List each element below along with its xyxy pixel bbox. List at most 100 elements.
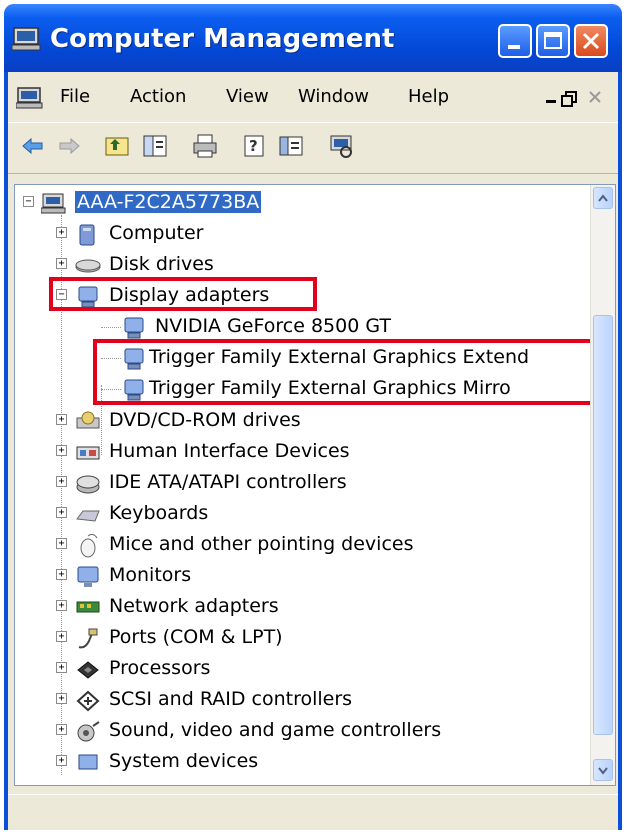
toolbar: ? xyxy=(8,122,618,174)
tree-item-label: Disk drives xyxy=(109,253,214,275)
highlight-box-trigger-adapters xyxy=(93,339,603,405)
chevron-down-icon xyxy=(598,767,608,775)
menu-bar: File Action View Window Help xyxy=(8,80,618,116)
computer-root-icon xyxy=(41,193,66,214)
forward-icon[interactable] xyxy=(56,133,82,159)
monitor-icon xyxy=(77,566,99,587)
tree-item[interactable]: + Computer xyxy=(15,220,585,250)
tree-item[interactable]: + IDE ATA/ATAPI controllers xyxy=(15,469,585,499)
mdi-minimize-icon[interactable] xyxy=(546,100,556,103)
tree-item-label: Network adapters xyxy=(109,595,279,617)
title-bar[interactable]: Computer Management xyxy=(4,4,622,72)
tree-root[interactable]: − AAA-F2C2A5773BA xyxy=(15,189,585,219)
window-body: File Action View Window Help ? − AAA-F2C… xyxy=(8,72,618,830)
expand-icon[interactable]: + xyxy=(56,507,67,518)
mdi-close-icon[interactable] xyxy=(589,91,601,103)
keyboard-icon xyxy=(76,510,100,522)
tree-item-label: Human Interface Devices xyxy=(109,440,350,462)
processor-icon xyxy=(77,661,99,679)
expand-icon[interactable]: + xyxy=(56,755,67,766)
menu-file[interactable]: File xyxy=(60,86,90,107)
maximize-icon xyxy=(544,32,562,49)
menu-window[interactable]: Window xyxy=(298,86,369,107)
system-device-icon xyxy=(78,754,98,770)
expand-icon[interactable]: + xyxy=(56,538,67,549)
device-tree: − AAA-F2C2A5773BA + Computer + Disk driv… xyxy=(14,184,616,786)
disk-drive-icon xyxy=(75,259,101,273)
computer-management-window: Computer Management File Action View Win… xyxy=(4,4,622,830)
tree-item[interactable]: + Sound, video and game controllers xyxy=(15,717,585,747)
tree-item-label: DVD/CD-ROM drives xyxy=(109,409,301,431)
tree-item-label: NVIDIA GeForce 8500 GT xyxy=(155,315,391,337)
scroll-up-button[interactable] xyxy=(593,187,613,209)
mdi-restore-icon[interactable] xyxy=(561,91,577,107)
tree-root-label: AAA-F2C2A5773BA xyxy=(75,191,262,213)
menu-view[interactable]: View xyxy=(226,86,269,107)
scsi-controller-icon xyxy=(76,690,100,712)
tree-item[interactable]: + DVD/CD-ROM drives xyxy=(15,407,585,437)
vertical-scrollbar[interactable] xyxy=(590,185,615,785)
tree-item[interactable]: + Monitors xyxy=(15,562,585,592)
tree-item[interactable]: + Processors xyxy=(15,655,585,685)
mouse-icon xyxy=(80,534,98,558)
tree-item-label: System devices xyxy=(109,750,259,772)
dvd-drive-icon xyxy=(76,411,100,429)
expand-icon[interactable]: + xyxy=(56,258,67,269)
chevron-up-icon xyxy=(598,194,608,202)
window-title: Computer Management xyxy=(50,24,395,54)
tree-item-label: Monitors xyxy=(109,564,192,586)
expand-icon[interactable]: + xyxy=(56,445,67,456)
print-icon[interactable] xyxy=(192,133,218,159)
expand-icon[interactable]: + xyxy=(56,476,67,487)
computer-menu-icon[interactable] xyxy=(16,86,44,110)
up-icon[interactable] xyxy=(104,133,130,159)
expand-icon[interactable]: + xyxy=(56,569,67,580)
status-bar xyxy=(8,794,618,830)
sound-icon xyxy=(77,721,100,742)
tree-item-label: Keyboards xyxy=(109,502,209,524)
properties-icon[interactable] xyxy=(278,133,304,159)
close-button[interactable] xyxy=(574,24,608,58)
computer-management-icon xyxy=(12,27,41,51)
tree-item-label: Ports (COM & LPT) xyxy=(109,626,283,648)
minimize-button[interactable] xyxy=(498,24,532,58)
computer-icon xyxy=(79,224,95,246)
close-icon xyxy=(582,32,600,50)
hid-icon xyxy=(76,446,100,460)
computer-scan-icon[interactable] xyxy=(328,133,354,159)
tree-item[interactable]: + Keyboards xyxy=(15,500,585,530)
tree-item[interactable]: + Human Interface Devices xyxy=(15,438,585,468)
scroll-down-button[interactable] xyxy=(593,759,613,781)
tree-item-label: Computer xyxy=(109,222,204,244)
tree-item[interactable]: + Mice and other pointing devices xyxy=(15,531,585,561)
show-hide-tree-icon[interactable] xyxy=(142,133,168,159)
expand-icon[interactable]: + xyxy=(56,600,67,611)
port-icon xyxy=(78,628,98,649)
help-icon[interactable]: ? xyxy=(242,133,268,159)
expand-icon[interactable]: + xyxy=(56,662,67,673)
highlight-box-display-adapters xyxy=(49,277,317,311)
menu-action[interactable]: Action xyxy=(130,86,186,107)
back-icon[interactable] xyxy=(20,133,46,159)
menu-help[interactable]: Help xyxy=(408,86,449,107)
tree-item-label: Processors xyxy=(109,657,211,679)
tree-item-label: SCSI and RAID controllers xyxy=(109,688,353,710)
tree-item[interactable]: + Ports (COM & LPT) xyxy=(15,624,585,654)
tree-item-label: Sound, video and game controllers xyxy=(109,719,442,741)
tree-item[interactable]: + System devices xyxy=(15,748,585,778)
tree-item-label: IDE ATA/ATAPI controllers xyxy=(109,471,347,493)
tree-item[interactable]: + Network adapters xyxy=(15,593,585,623)
expand-icon[interactable]: + xyxy=(56,724,67,735)
expand-icon[interactable]: + xyxy=(56,227,67,238)
minimize-icon xyxy=(508,45,520,49)
maximize-button[interactable] xyxy=(536,24,570,58)
mdi-controls xyxy=(546,91,601,107)
collapse-root-icon[interactable]: − xyxy=(23,196,34,207)
expand-icon[interactable]: + xyxy=(56,693,67,704)
display-adapter-icon xyxy=(124,317,144,339)
expand-icon[interactable]: + xyxy=(56,414,67,425)
scrollbar-thumb[interactable] xyxy=(593,315,613,735)
expand-icon[interactable]: + xyxy=(56,631,67,642)
ide-controller-icon xyxy=(76,475,100,494)
tree-item[interactable]: + SCSI and RAID controllers xyxy=(15,686,585,716)
